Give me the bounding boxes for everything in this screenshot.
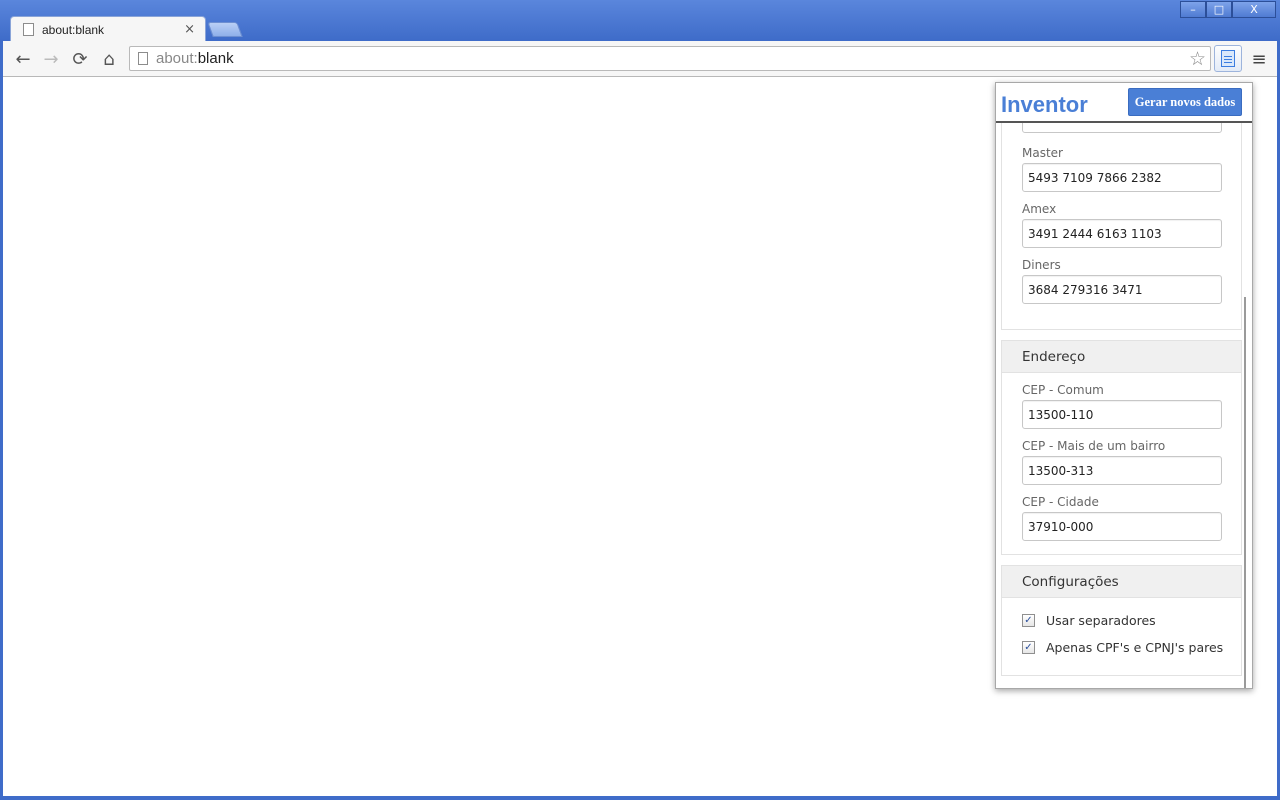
inventor-extension-button[interactable]: [1214, 45, 1242, 72]
option-even-cpf-cnpj[interactable]: ✓ Apenas CPF's e CPNJ's pares: [1022, 640, 1223, 655]
close-window-button[interactable]: X: [1232, 1, 1276, 18]
option-label: Usar separadores: [1046, 613, 1156, 628]
new-tab-button[interactable]: [207, 22, 243, 37]
master-number-input[interactable]: 5493 7109 7866 2382: [1022, 163, 1222, 192]
cep-bairro-field: CEP - Mais de um bairro 13500-313: [1022, 439, 1222, 485]
card-field-amex: Amex 3491 2444 6163 1103: [1022, 202, 1222, 248]
amex-number-input[interactable]: 3491 2444 6163 1103: [1022, 219, 1222, 248]
card-field-master: Master 5493 7109 7866 2382: [1022, 146, 1222, 192]
back-button[interactable]: ←: [11, 47, 35, 71]
popup-header: Inventor Gerar novos dados: [996, 83, 1252, 123]
tab-title: about:blank: [42, 22, 105, 37]
popup-scrollbar[interactable]: [1244, 297, 1246, 688]
cep-comum-field: CEP - Comum 13500-110: [1022, 383, 1222, 429]
brand-title: Inventor: [1001, 92, 1088, 117]
field-label: Master: [1022, 146, 1063, 160]
address-bar[interactable]: about:blank ☆: [129, 46, 1211, 71]
maximize-button[interactable]: □: [1206, 1, 1232, 18]
browser-tab[interactable]: about:blank ×: [10, 16, 206, 42]
field-label: CEP - Mais de um bairro: [1022, 439, 1166, 453]
window-controls: – □ X: [1180, 1, 1276, 18]
cards-section: 4916 6098 2258 2337 Master 5493 7109 786…: [1001, 103, 1242, 330]
section-title: Endereço: [1002, 341, 1241, 373]
reload-button[interactable]: ⟳: [68, 47, 92, 71]
cep-comum-input[interactable]: 13500-110: [1022, 400, 1222, 429]
page-icon: [23, 23, 34, 36]
cep-bairro-input[interactable]: 13500-313: [1022, 456, 1222, 485]
page-icon: [138, 52, 148, 65]
section-title: Configurações: [1002, 566, 1241, 598]
field-label: CEP - Cidade: [1022, 495, 1099, 509]
field-label: CEP - Comum: [1022, 383, 1104, 397]
option-use-separators[interactable]: ✓ Usar separadores: [1022, 613, 1156, 628]
diners-number-input[interactable]: 3684 279316 3471: [1022, 275, 1222, 304]
inventor-popup: Inventor Gerar novos dados 4916 6098 225…: [995, 82, 1253, 689]
field-label: Diners: [1022, 258, 1061, 272]
minimize-button[interactable]: –: [1180, 1, 1206, 18]
chrome-menu-icon[interactable]: ≡: [1248, 47, 1270, 71]
config-section: Configurações ✓ Usar separadores ✓ Apena…: [1001, 565, 1242, 676]
home-button[interactable]: ⌂: [97, 47, 121, 71]
browser-toolbar: ← → ⟳ ⌂ about:blank ☆ ≡: [3, 41, 1277, 77]
url-text: about:blank: [156, 50, 234, 67]
field-label: Amex: [1022, 202, 1057, 216]
address-section: Endereço CEP - Comum 13500-110 CEP - Mai…: [1001, 340, 1242, 555]
tab-close-icon[interactable]: ×: [184, 22, 195, 37]
cep-cidade-field: CEP - Cidade 37910-000: [1022, 495, 1222, 541]
cep-cidade-input[interactable]: 37910-000: [1022, 512, 1222, 541]
option-label: Apenas CPF's e CPNJ's pares: [1046, 640, 1224, 655]
bookmark-star-icon[interactable]: ☆: [1189, 48, 1206, 70]
document-icon: [1221, 50, 1235, 67]
generate-data-button[interactable]: Gerar novos dados: [1128, 88, 1242, 116]
checkbox[interactable]: ✓: [1022, 614, 1035, 627]
checkbox[interactable]: ✓: [1022, 641, 1035, 654]
card-field-diners: Diners 3684 279316 3471: [1022, 258, 1222, 304]
forward-button[interactable]: →: [39, 47, 63, 71]
popup-scroll-area[interactable]: 4916 6098 2258 2337 Master 5493 7109 786…: [996, 103, 1252, 688]
